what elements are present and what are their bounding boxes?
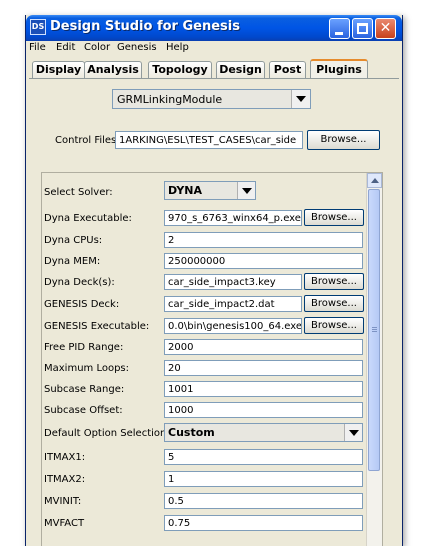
mvfact-label: MVFACT: [44, 518, 85, 529]
dyna-decks-input[interactable]: car_side_impact3.key: [164, 274, 302, 290]
app-icon: DS: [30, 19, 46, 35]
solver-settings-panel: [41, 172, 383, 546]
select-solver-label: Select Solver:: [44, 187, 113, 198]
maximum-loops-label: Maximum Loops:: [44, 363, 130, 374]
window-title: Design Studio for Genesis: [50, 19, 240, 34]
module-select[interactable]: GRMLinkingModule: [112, 89, 311, 109]
mvinit-input[interactable]: 0.5: [164, 493, 363, 509]
subcase-range-label: Subcase Range:: [44, 384, 125, 395]
chevron-down-icon: [296, 96, 306, 102]
subcase-offset-input[interactable]: 1000: [164, 402, 363, 418]
module-select-dropdown-button[interactable]: [291, 90, 310, 108]
scrollbar-thumb[interactable]: [368, 189, 380, 471]
solver-select-dropdown-button[interactable]: [237, 182, 255, 199]
menu-edit[interactable]: Edit: [56, 42, 75, 53]
grip-line: [372, 327, 377, 328]
close-button[interactable]: ✕: [375, 18, 396, 39]
dyna-executable-input[interactable]: 970_s_6763_winx64_p.exe: [164, 210, 302, 226]
tab-display[interactable]: Display: [32, 61, 85, 78]
genesis-deck-input[interactable]: car_side_impact2.dat: [164, 296, 302, 312]
free-pid-range-input[interactable]: 2000: [164, 339, 363, 355]
maximum-loops-input[interactable]: 20: [164, 360, 363, 376]
itmax2-label: ITMAX2:: [44, 474, 86, 485]
dyna-executable-label: Dyna Executable:: [44, 213, 132, 224]
panel-scrollbar[interactable]: [366, 173, 382, 546]
itmax1-label: ITMAX1:: [44, 452, 86, 463]
grip-line: [372, 329, 377, 330]
chevron-down-icon: [349, 430, 359, 436]
free-pid-range-label: Free PID Range:: [44, 342, 124, 353]
menu-genesis[interactable]: Genesis: [117, 42, 157, 53]
tab-design[interactable]: Design: [216, 61, 265, 78]
genesis-executable-browse-button[interactable]: Browse...: [304, 317, 364, 334]
solver-select[interactable]: DYNA: [164, 181, 256, 200]
mvinit-label: MVINIT:: [44, 496, 82, 507]
itmax1-input[interactable]: 5: [164, 449, 363, 465]
mvfact-input[interactable]: 0.75: [164, 515, 363, 531]
dyna-cpus-label: Dyna CPUs:: [44, 235, 103, 246]
default-option-dropdown-button[interactable]: [344, 424, 362, 441]
close-icon: ✕: [379, 20, 392, 36]
default-option-value: Custom: [168, 426, 215, 439]
dyna-decks-browse-button[interactable]: Browse...: [304, 273, 364, 290]
title-bar[interactable]: DS Design Studio for Genesis ✕: [26, 15, 402, 41]
dyna-decks-label: Dyna Deck(s):: [44, 277, 115, 288]
itmax2-input[interactable]: 1: [164, 471, 363, 487]
menu-file[interactable]: File: [29, 42, 46, 53]
tab-divider: [29, 78, 399, 79]
solver-select-value: DYNA: [168, 184, 203, 197]
tab-topology[interactable]: Topology: [148, 61, 212, 78]
module-select-value: GRMLinkingModule: [117, 93, 223, 106]
dyna-mem-input[interactable]: 250000000: [164, 253, 363, 269]
default-option-label: Default Option Selection:: [44, 428, 170, 439]
tab-plugins[interactable]: Plugins: [310, 59, 368, 79]
dyna-mem-label: Dyna MEM:: [44, 256, 101, 267]
menu-color[interactable]: Color: [84, 42, 110, 53]
subcase-range-input[interactable]: 1001: [164, 381, 363, 397]
chevron-down-icon: [242, 188, 252, 194]
dyna-executable-browse-button[interactable]: Browse...: [304, 209, 364, 226]
control-files-browse-button[interactable]: Browse...: [307, 130, 380, 150]
default-option-select[interactable]: Custom: [164, 423, 363, 442]
tab-post[interactable]: Post: [269, 61, 306, 78]
minimize-button[interactable]: [329, 18, 350, 39]
control-files-input[interactable]: 1ARKING\ESL\TEST_CASES\car_side: [115, 131, 303, 149]
scroll-up-button[interactable]: [367, 173, 382, 188]
minimize-icon: [335, 32, 343, 35]
subcase-offset-label: Subcase Offset:: [44, 405, 123, 416]
maximize-button[interactable]: [352, 18, 373, 39]
maximize-icon: [357, 23, 368, 34]
chevron-up-icon: [371, 178, 379, 183]
menu-help[interactable]: Help: [166, 42, 189, 53]
genesis-executable-input[interactable]: 0.0\bin\genesis100_64.exe: [164, 318, 302, 334]
genesis-executable-label: GENESIS Executable:: [44, 321, 150, 332]
app-window: DS Design Studio for Genesis ✕ File Edit…: [25, 15, 403, 546]
genesis-deck-label: GENESIS Deck:: [44, 299, 120, 310]
menu-bar: File Edit Color Genesis Help: [26, 41, 402, 58]
control-files-label: Control Files:: [55, 135, 120, 146]
genesis-deck-browse-button[interactable]: Browse...: [304, 295, 364, 312]
tab-analysis[interactable]: Analysis: [84, 61, 142, 78]
grip-line: [372, 331, 377, 332]
dyna-cpus-input[interactable]: 2: [164, 232, 363, 248]
